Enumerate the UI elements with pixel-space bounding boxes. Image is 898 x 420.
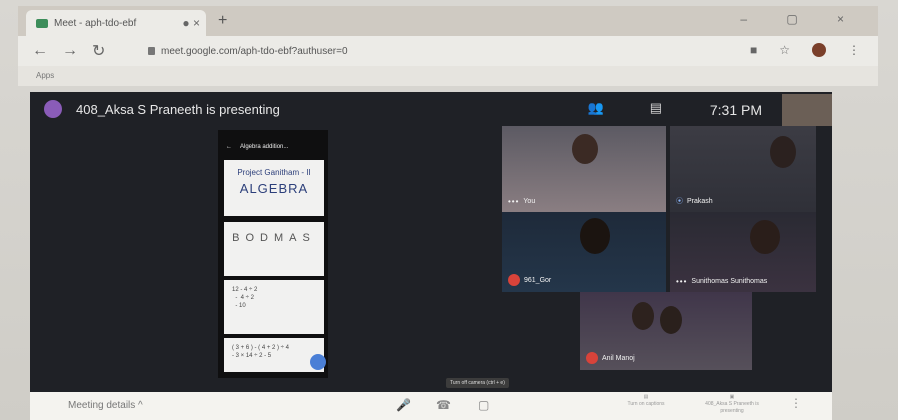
tab-title: Meet - aph-tdo-ebf [54, 17, 137, 29]
mic-icon[interactable]: 🎤 [396, 398, 411, 412]
math-text: 12 - 4 ÷ 2 - 4 ÷ 2 - 10 [232, 287, 258, 309]
present-button[interactable]: ▣ 408_Aksa S Praneeth is presenting [696, 394, 768, 415]
reload-icon[interactable]: ↻ [92, 41, 105, 61]
more-options-icon[interactable]: ⋮ [790, 396, 802, 410]
edit-fab-button[interactable] [310, 354, 326, 370]
url-text: meet.google.com/aph-tdo-ebf?authuser=0 [161, 45, 348, 57]
slide-card: 12 - 4 ÷ 2 - 4 ÷ 2 - 10 [224, 280, 324, 334]
participant-label: ••• Sunithomas Sunithomas [676, 277, 767, 286]
forward-arrow-icon[interactable]: → [62, 42, 78, 60]
star-icon[interactable]: ☆ [779, 43, 790, 57]
participant-tile-anil[interactable]: Anil Manoj [580, 292, 752, 370]
meet-stage: 408_Aksa S Praneeth is presenting 👥 ▤ 7:… [30, 92, 832, 392]
slide-card: ( 3 + 6 ) - ( 4 + 2 ) ÷ 4 - 3 × 14 ÷ 2 -… [224, 338, 324, 372]
tooltip: Turn off camera (ctrl + e) [446, 378, 509, 388]
present-label: 408_Aksa S Praneeth is presenting [705, 401, 759, 414]
browser-window: Meet - aph-tdo-ebf ● × + – ▢ × ← → ↻ mee… [0, 0, 898, 420]
participant-name: Prakash [687, 197, 713, 205]
camera-icon[interactable]: ▢ [478, 398, 489, 412]
captions-icon: ▤ [643, 394, 649, 400]
participant-video [580, 218, 610, 254]
profile-avatar[interactable] [812, 43, 826, 57]
participant-video [770, 136, 796, 168]
participant-video [750, 220, 780, 254]
presenter-avatar [44, 100, 62, 118]
speaking-icon: ⦿ [676, 198, 683, 205]
participant-tile-961[interactable]: 961_Gor [502, 212, 666, 292]
meet-bottom-bar: Meeting details ^ 🎤 ☎ ▢ Turn off camera … [30, 378, 832, 420]
participant-label: ••• You [508, 197, 535, 206]
participant-tile-sunithomas[interactable]: ••• Sunithomas Sunithomas [670, 212, 816, 292]
phone-status-bar [218, 130, 328, 142]
self-thumbnail[interactable] [782, 94, 832, 126]
participant-name: Anil Manoj [602, 354, 635, 362]
url-field[interactable]: meet.google.com/aph-tdo-ebf?authuser=0 [148, 42, 768, 60]
slide-subheading: ALGEBRA [239, 181, 309, 196]
slide-heading: Project Ganitham - II [237, 168, 311, 177]
chat-icon[interactable]: ▤ [650, 100, 662, 116]
participant-video [660, 306, 682, 334]
participant-tile-you[interactable]: ••• You [502, 126, 666, 212]
address-bar-row: ← → ↻ meet.google.com/aph-tdo-ebf?authus… [18, 36, 878, 66]
participant-label: 961_Gor [508, 274, 551, 286]
people-icon[interactable]: 👥 [588, 100, 604, 116]
meeting-details-button[interactable]: Meeting details ^ [68, 400, 143, 411]
slide-card: BODMAS [224, 222, 324, 276]
lock-icon [148, 47, 155, 55]
present-icon: ▣ [729, 394, 735, 400]
tab-bar: Meet - aph-tdo-ebf ● × + – ▢ × [18, 6, 878, 36]
more-dots-icon: ••• [508, 197, 520, 206]
participant-name: You [523, 198, 536, 205]
clock: 7:31 PM [709, 102, 762, 118]
presenting-label: 408_Aksa S Praneeth is presenting [76, 101, 280, 117]
mic-muted-icon [508, 274, 520, 286]
bookmarks-bar: Apps [18, 66, 878, 86]
tab-close-icon[interactable]: ● × [182, 16, 200, 30]
slide-card: Project Ganitham - II ALGEBRA [224, 160, 324, 216]
captions-button[interactable]: ▤ Turn on captions [616, 394, 676, 408]
tab-meet[interactable]: Meet - aph-tdo-ebf ● × [26, 10, 206, 36]
participant-video [632, 302, 654, 330]
mic-muted-icon [586, 352, 598, 364]
participant-video [572, 134, 598, 164]
participant-label: Anil Manoj [586, 352, 635, 364]
participant-name: 961_Gor [524, 276, 552, 284]
back-arrow-icon[interactable]: ← [32, 42, 48, 60]
slide-app-title-text: Algebra addition... [240, 144, 289, 150]
participant-name: Sunithomas Sunithomas [691, 278, 768, 285]
shared-screen: ← Algebra addition... Project Ganitham -… [218, 130, 328, 378]
camera-indicator-icon[interactable]: ■ [750, 43, 757, 57]
participant-label: ⦿ Prakash [676, 196, 713, 206]
meet-icon [36, 18, 48, 28]
hangup-icon[interactable]: ☎ [436, 398, 451, 412]
math-text: ( 3 + 6 ) - ( 4 + 2 ) ÷ 4 - 3 × 14 ÷ 2 -… [232, 345, 289, 359]
bodmas-text: BODMAS [232, 232, 316, 244]
participant-tile-prakash[interactable]: ⦿ Prakash [670, 126, 816, 212]
apps-bookmark[interactable]: Apps [36, 71, 54, 80]
more-dots-icon: ••• [676, 277, 688, 286]
back-arrow-icon: ← [226, 144, 232, 150]
slide-app-title: ← Algebra addition... [218, 142, 328, 156]
menu-icon[interactable]: ⋮ [848, 43, 860, 57]
window-controls[interactable]: – ▢ × [740, 12, 862, 26]
captions-label: Turn on captions [627, 401, 665, 407]
new-tab-button[interactable]: + [218, 12, 227, 30]
